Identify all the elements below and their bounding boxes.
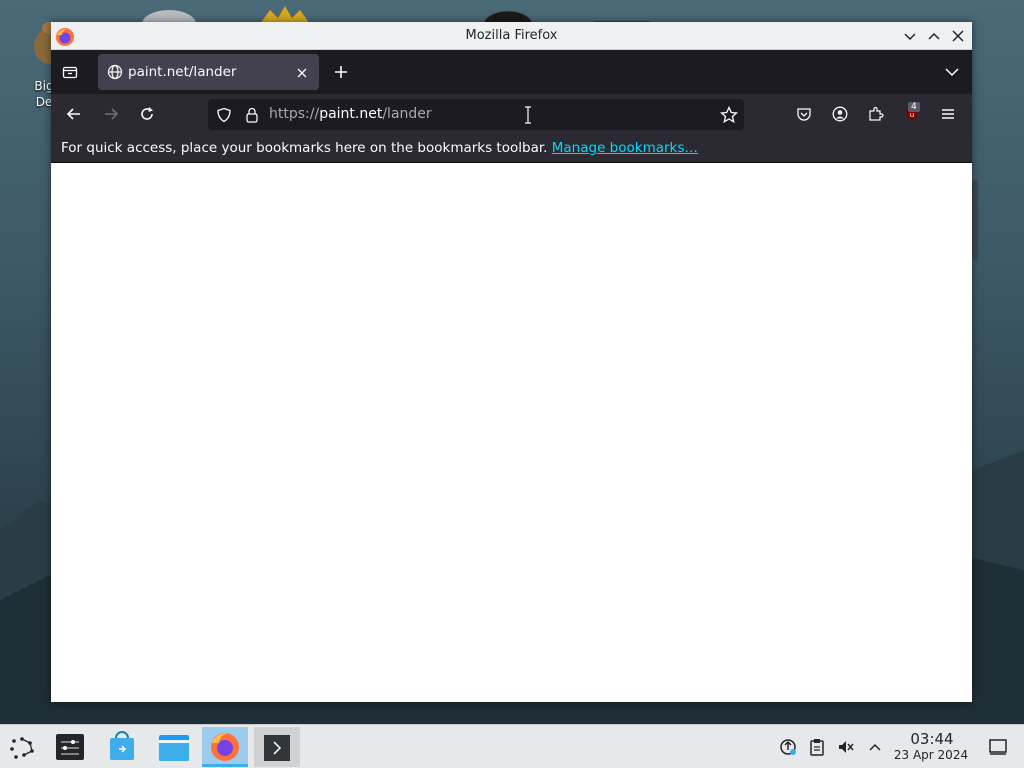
firefox-view-icon[interactable] [62, 64, 78, 84]
new-tab-icon[interactable] [333, 64, 349, 84]
url-path: /lander [382, 106, 432, 122]
bookmarks-toolbar-message: For quick access, place your bookmarks h… [61, 140, 698, 156]
back-icon[interactable] [66, 106, 82, 126]
terminal-taskbar-icon[interactable] [254, 727, 300, 767]
reload-icon[interactable] [139, 106, 155, 126]
globe-icon [107, 64, 123, 84]
extension-badge: 4 [908, 102, 920, 112]
extensions-icon[interactable] [868, 106, 884, 126]
lock-icon[interactable] [244, 107, 260, 127]
clock-date[interactable]: 23 Apr 2024 [891, 748, 971, 762]
firefox-taskbar-icon[interactable] [202, 727, 248, 767]
tracking-protection-shield-icon[interactable] [216, 107, 232, 127]
app-menu-icon[interactable] [940, 106, 956, 126]
tab-title: paint.net/lander [128, 64, 237, 80]
volume-muted-icon[interactable] [837, 738, 855, 760]
background-scrollbar [972, 180, 978, 260]
system-settings-taskbar-icon[interactable] [47, 727, 93, 767]
page-content[interactable] [51, 164, 972, 702]
file-manager-taskbar-icon[interactable] [151, 727, 197, 767]
application-launcher-button[interactable] [0, 727, 46, 767]
text-cursor-icon [524, 106, 532, 128]
bookmarks-hint-text: For quick access, place your bookmarks h… [61, 140, 548, 156]
close-window-button[interactable] [950, 28, 966, 44]
clock-time[interactable]: 03:44 [896, 730, 968, 748]
url-host: paint.net [319, 106, 383, 122]
svg-text:u: u [910, 111, 914, 119]
close-tab-icon[interactable] [295, 65, 309, 84]
network-status-icon[interactable] [779, 738, 797, 760]
url-text[interactable]: https://paint.net/lander [269, 106, 432, 122]
account-icon[interactable] [832, 106, 848, 126]
show-hidden-icons-chevron-up-icon[interactable] [866, 738, 884, 760]
bookmark-star-icon[interactable] [719, 105, 739, 128]
firefox-window: Mozilla Firefox paint.net/lander https:/… [51, 22, 972, 702]
url-bar[interactable]: https://paint.net/lander [208, 99, 744, 130]
minimize-button[interactable] [902, 28, 918, 44]
pocket-icon[interactable] [796, 106, 812, 126]
taskbar: 03:44 23 Apr 2024 [0, 724, 1024, 768]
show-desktop-icon[interactable] [988, 738, 1008, 760]
tab-paint-net[interactable]: paint.net/lander [98, 54, 319, 90]
maximize-button[interactable] [926, 28, 942, 44]
manage-bookmarks-link[interactable]: Manage bookmarks… [552, 140, 698, 156]
navigation-toolbar: https://paint.net/lander u 4 [51, 94, 972, 134]
window-titlebar[interactable]: Mozilla Firefox [51, 22, 972, 50]
clipboard-icon[interactable] [808, 738, 826, 760]
list-all-tabs-icon[interactable] [944, 64, 960, 84]
discover-store-taskbar-icon[interactable] [99, 727, 145, 767]
url-scheme: https:// [269, 106, 320, 122]
window-title: Mozilla Firefox [465, 28, 558, 43]
tab-bar: paint.net/lander [51, 50, 972, 94]
forward-icon[interactable] [103, 106, 119, 126]
bookmarks-toolbar: For quick access, place your bookmarks h… [51, 134, 972, 163]
